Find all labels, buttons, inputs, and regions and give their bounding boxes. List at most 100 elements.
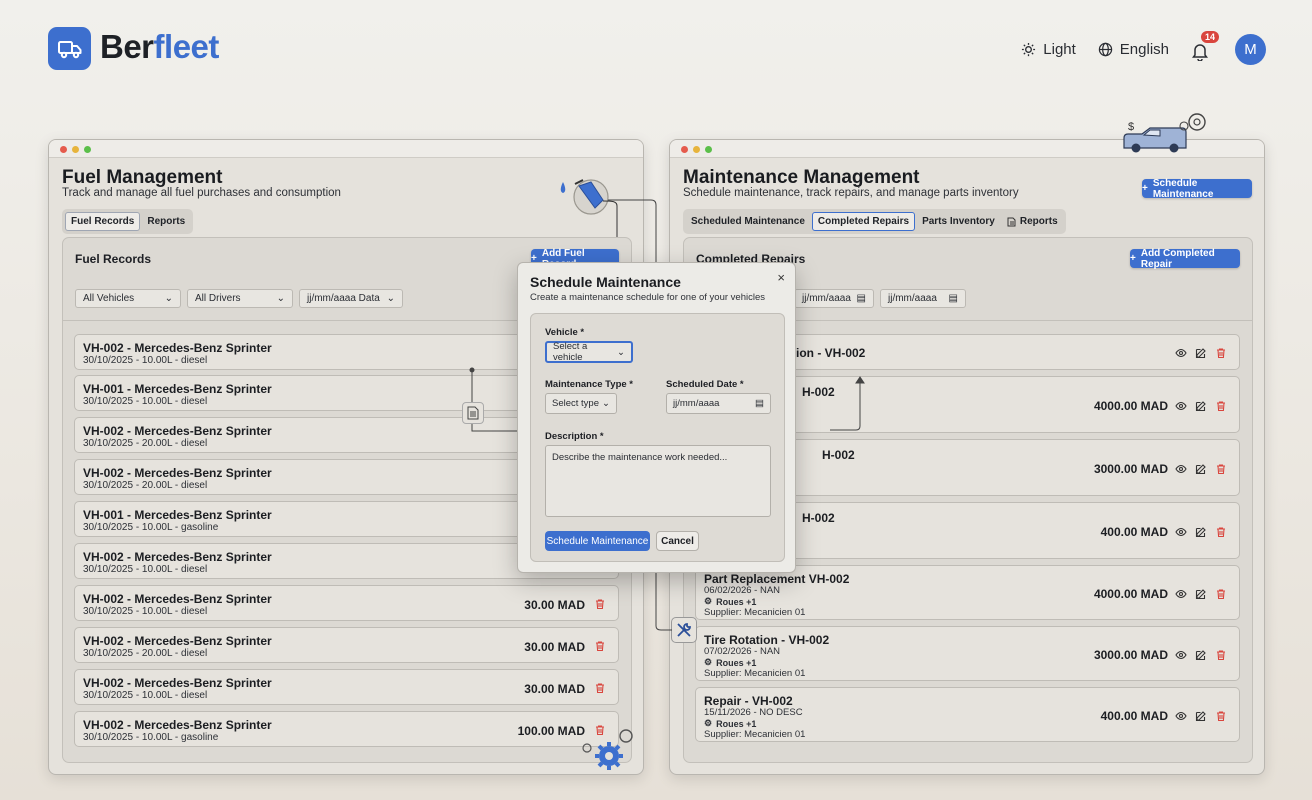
trash-icon[interactable] <box>1215 588 1227 600</box>
wrench-icon <box>671 617 697 643</box>
repair-row[interactable]: Part Replacement VH-002 06/02/2026 - NAN… <box>695 565 1240 620</box>
minimize-dot[interactable] <box>72 146 79 153</box>
record-title: VH-002 - Mercedes-Benz Sprinter <box>83 424 272 438</box>
fuel-record-row[interactable]: VH-002 - Mercedes-Benz Sprinter 30/10/20… <box>74 669 619 705</box>
description-label: Description * <box>545 431 604 442</box>
close-dot[interactable] <box>60 146 67 153</box>
record-details: 30/10/2025 - 10.00L - diesel <box>83 396 208 407</box>
driver-filter-select[interactable]: All Drivers ⌄ <box>187 289 293 308</box>
repair-title: Repair - VH-002 <box>704 694 793 708</box>
scheduled-date-input[interactable]: jj/mm/aaaa ▤ <box>666 393 771 414</box>
theme-label: Light <box>1043 41 1076 58</box>
fuel-record-row[interactable]: VH-002 - Mercedes-Benz Sprinter 30/10/20… <box>74 627 619 663</box>
eye-icon[interactable] <box>1175 588 1187 600</box>
eye-icon[interactable] <box>1175 347 1187 359</box>
avatar[interactable]: M <box>1235 34 1266 65</box>
fuel-tabs: Fuel Records Reports <box>62 209 194 234</box>
fuel-record-row[interactable]: VH-002 - Mercedes-Benz Sprinter 30/10/20… <box>74 711 619 747</box>
tab-parts-inventory[interactable]: Parts Inventory <box>917 212 1000 231</box>
maintenance-type-select[interactable]: Select type ⌄ <box>545 393 617 414</box>
record-details: 30/10/2025 - 10.00L - gasoline <box>83 522 219 533</box>
gear-icon: ⚙ <box>704 657 713 667</box>
edit-icon[interactable] <box>1195 347 1207 359</box>
tab-completed-repairs[interactable]: Completed Repairs <box>811 212 916 231</box>
trash-icon[interactable] <box>1215 710 1227 722</box>
brand-part-2: fleet <box>153 28 220 65</box>
eye-icon[interactable] <box>1175 710 1187 722</box>
window-chrome <box>49 140 643 158</box>
parts-chip: ⚙ Roues +1 <box>704 596 756 607</box>
record-title: VH-002 - Mercedes-Benz Sprinter <box>83 718 272 732</box>
repair-amount: 400.00 MAD <box>1100 709 1168 723</box>
edit-icon[interactable] <box>1195 400 1207 412</box>
trash-icon[interactable] <box>594 598 606 610</box>
eye-icon[interactable] <box>1175 400 1187 412</box>
document-icon <box>462 402 484 424</box>
close-dot[interactable] <box>681 146 688 153</box>
cancel-button[interactable]: Cancel <box>656 531 699 551</box>
add-completed-repair-button[interactable]: + Add Completed Repair <box>1130 247 1240 270</box>
edit-icon[interactable] <box>1195 588 1207 600</box>
eye-icon[interactable] <box>1175 463 1187 475</box>
repair-row[interactable]: Tire Rotation - VH-002 07/02/2026 - NAN … <box>695 626 1240 681</box>
record-title: VH-002 - Mercedes-Benz Sprinter <box>83 466 272 480</box>
minimize-dot[interactable] <box>693 146 700 153</box>
eye-icon[interactable] <box>1175 649 1187 661</box>
vehicle-filter-value: All Vehicles <box>83 293 135 304</box>
scheduled-date-value: jj/mm/aaaa <box>673 398 720 409</box>
tab-scheduled-maintenance[interactable]: Scheduled Maintenance <box>686 212 810 231</box>
description-textarea[interactable]: Describe the maintenance work needed... <box>545 445 771 517</box>
record-title: VH-001 - Mercedes-Benz Sprinter <box>83 508 272 522</box>
edit-icon[interactable] <box>1195 526 1207 538</box>
date-filter-input[interactable]: jj/mm/aaaa Data ⌄ <box>299 289 403 308</box>
maximize-dot[interactable] <box>84 146 91 153</box>
add-completed-repair-label: Add Completed Repair <box>1140 247 1215 270</box>
edit-icon[interactable] <box>1195 463 1207 475</box>
tab-reports[interactable]: Reports <box>142 212 190 231</box>
trash-icon[interactable] <box>1215 400 1227 412</box>
end-date-input[interactable]: jj/mm/aaaa ▤ <box>880 289 966 308</box>
trash-icon[interactable] <box>1215 649 1227 661</box>
plus-icon: + <box>1130 253 1136 264</box>
start-date-value: jj/mm/aaaa <box>802 293 851 304</box>
date-filter-value: jj/mm/aaaa Data <box>307 293 380 304</box>
repair-title: H-002 <box>802 511 835 525</box>
vehicle-select[interactable]: Select a vehicle ⌄ <box>545 341 633 363</box>
theme-toggle[interactable]: Light <box>1021 41 1076 58</box>
report-icon <box>1007 217 1016 226</box>
record-details: 30/10/2025 - 10.00L - diesel <box>83 690 208 701</box>
schedule-maintenance-button[interactable]: + Schedule Maintenance <box>1142 178 1252 200</box>
trash-icon[interactable] <box>1215 463 1227 475</box>
vehicle-filter-select[interactable]: All Vehicles ⌄ <box>75 289 181 308</box>
gear-icon <box>582 729 633 770</box>
trash-icon[interactable] <box>1215 526 1227 538</box>
maximize-dot[interactable] <box>705 146 712 153</box>
repair-row[interactable]: Repair - VH-002 15/11/2026 - NO DESC ⚙ Ro… <box>695 687 1240 742</box>
schedule-maintenance-submit-button[interactable]: Schedule Maintenance <box>545 531 650 551</box>
edit-icon[interactable] <box>1195 710 1207 722</box>
trash-icon[interactable] <box>594 682 606 694</box>
gear-icon: ⚙ <box>704 596 713 606</box>
start-date-input[interactable]: jj/mm/aaaa ▤ <box>794 289 874 308</box>
notifications-button[interactable]: 14 <box>1191 30 1220 61</box>
edit-icon[interactable] <box>1195 649 1207 661</box>
fuel-record-row[interactable]: VH-002 - Mercedes-Benz Sprinter 30/10/20… <box>74 585 619 621</box>
repair-supplier: Supplier: Mecanicien 01 <box>704 729 806 740</box>
gear-icon: ⚙ <box>704 718 713 728</box>
sun-icon <box>1022 42 1036 57</box>
record-amount: 30.00 MAD <box>524 682 585 696</box>
language-selector[interactable]: English <box>1098 41 1169 58</box>
tab-reports[interactable]: Reports <box>1002 212 1063 231</box>
trash-icon[interactable] <box>1215 347 1227 359</box>
record-details: 30/10/2025 - 10.00L - diesel <box>83 355 208 366</box>
record-title: VH-002 - Mercedes-Benz Sprinter <box>83 550 272 564</box>
close-icon[interactable]: × <box>777 270 785 285</box>
tab-reports-label: Reports <box>1019 216 1058 227</box>
eye-icon[interactable] <box>1175 526 1187 538</box>
trash-icon[interactable] <box>594 640 606 652</box>
chevron-down-icon: ⌄ <box>164 293 173 304</box>
brand-part-1: Ber <box>100 28 154 65</box>
tab-fuel-records[interactable]: Fuel Records <box>65 212 141 231</box>
truck-logo-icon <box>48 27 91 70</box>
repair-title: Part Replacement VH-002 <box>704 572 850 586</box>
